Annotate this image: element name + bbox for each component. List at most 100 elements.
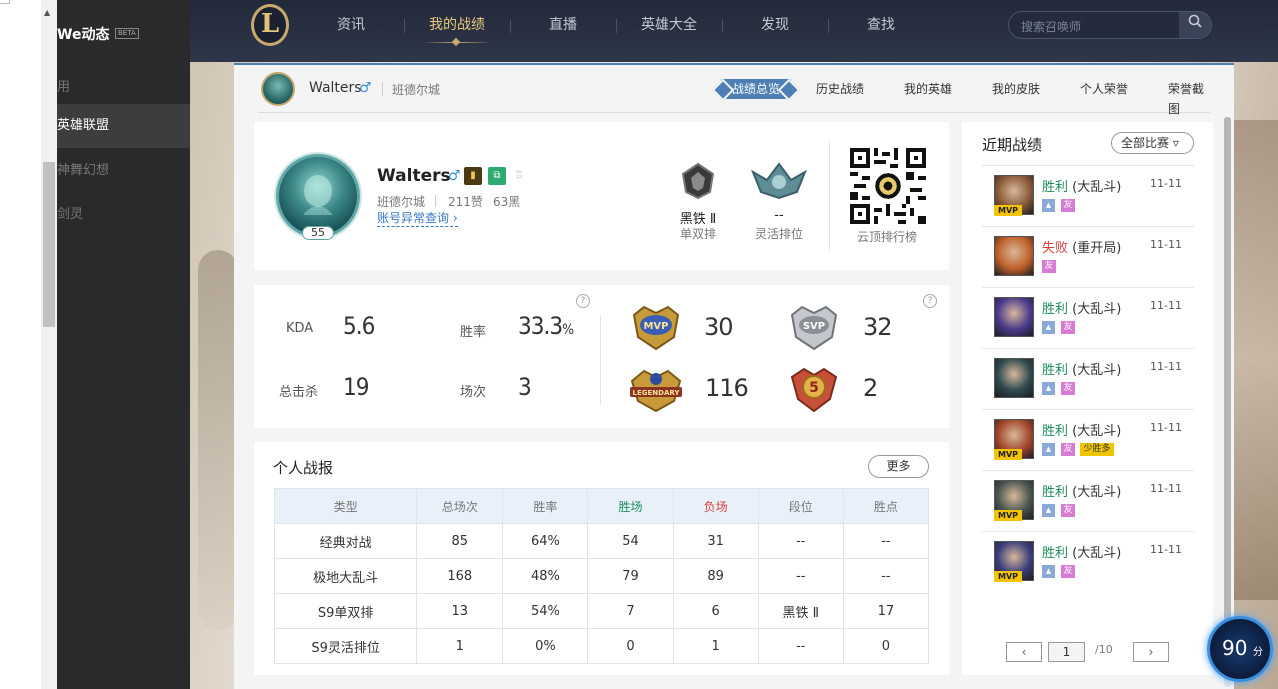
winrate-unit: % — [562, 322, 574, 338]
nav-item-my-record[interactable]: 我的战绩 — [404, 14, 510, 43]
avatar[interactable] — [261, 72, 295, 106]
profile-region: 班德尔城 — [377, 195, 426, 209]
nav-item-heroes[interactable]: 英雄大全 — [616, 14, 722, 36]
match-date: 11-11 — [1150, 360, 1182, 373]
table-cell: 89 — [672, 558, 759, 594]
lol-logo-icon[interactable]: L — [251, 4, 289, 46]
match-filter-dropdown[interactable]: 全部比赛 ▿ — [1111, 132, 1194, 154]
list-item[interactable]: 胜利 (大乱斗) 11-11 ▲ 友 — [982, 287, 1194, 348]
match-date: 11-11 — [1150, 299, 1182, 312]
sidebar-item-lol[interactable]: 英雄联盟 — [57, 104, 190, 148]
level-badge: 55 — [302, 226, 334, 240]
col-rank: 段位 — [757, 488, 844, 524]
scrollbar-thumb[interactable] — [43, 162, 55, 327]
kills-label: 总击杀 — [279, 385, 319, 400]
friend-badge: 友 — [1061, 382, 1075, 395]
games-value: 3 — [518, 373, 532, 401]
nav-item-find[interactable]: 查找 — [828, 14, 934, 36]
table-cell: 极地大乱斗 — [273, 558, 418, 594]
profile-bar: Walters ♂ 班德尔城 战绩总览 历史战绩 我的英雄 我的皮肤 个人荣誉 … — [258, 65, 1210, 116]
table-cell: S9灵活排位 — [273, 628, 418, 664]
qr-code-icon[interactable] — [850, 148, 926, 224]
sidebar-item-jianling[interactable]: 剑灵 — [57, 193, 190, 237]
male-icon: ♂ — [359, 80, 372, 96]
table-cell: -- — [757, 558, 844, 594]
sidebar-item-shenwu[interactable]: 神舞幻想 — [57, 149, 190, 193]
help-icon[interactable]: ? — [923, 294, 937, 308]
profile-card: 55 Walters ♂ ▮ ⧉ ♖ 班德尔城 211赞 63黑 账号异常查询 … — [254, 122, 949, 270]
match-result: 胜利 (大乱斗) — [1042, 359, 1121, 378]
champion-portrait[interactable] — [994, 358, 1034, 398]
friend-badge: 友 — [1061, 321, 1075, 334]
panel-scrollbar-thumb[interactable] — [1224, 117, 1231, 677]
table-cell: 48% — [502, 558, 589, 594]
male-icon: ♂ — [448, 168, 461, 184]
flex-rank-tier: -- — [774, 208, 784, 223]
svp-medal-icon: SVP — [788, 301, 840, 351]
nav-item-discover[interactable]: 发现 — [722, 14, 828, 36]
pager-prev-button[interactable]: ‹ — [1006, 642, 1042, 662]
likes-count: 211赞 — [448, 195, 483, 209]
match-result: 胜利 (大乱斗) — [1042, 420, 1121, 439]
score-widget[interactable]: 90 分 — [1207, 616, 1273, 682]
screenshot-icon: ▲ — [1042, 321, 1055, 334]
list-item[interactable]: MVP 胜利 (大乱斗) 11-11 ▲ 友 — [982, 165, 1194, 226]
champion-portrait[interactable] — [994, 297, 1034, 337]
svg-text:LEGENDARY: LEGENDARY — [633, 389, 681, 397]
tab-overview[interactable]: 战绩总览 — [721, 79, 792, 99]
result-text: 失败 — [1042, 241, 1069, 256]
pager-next-button[interactable]: › — [1133, 642, 1169, 662]
summoner-search[interactable]: 搜索召唤师 — [1008, 11, 1212, 39]
screenshot-icon: ▲ — [1042, 382, 1055, 395]
match-date: 11-11 — [1150, 543, 1182, 556]
honor-badge-icon[interactable]: ▮ — [464, 167, 482, 185]
art-swirl — [1233, 120, 1278, 600]
left-edge-strip: ▲ — [0, 0, 57, 689]
match-date: 11-11 — [1150, 421, 1182, 434]
more-button[interactable]: 更多 — [868, 455, 929, 478]
result-text: 胜利 — [1042, 180, 1069, 195]
svg-text:5: 5 — [809, 380, 819, 396]
scrollbar-track[interactable] — [41, 0, 57, 689]
tab-honors[interactable]: 个人荣誉 — [1080, 79, 1128, 99]
help-icon[interactable]: ? — [576, 294, 590, 308]
legendary-medal-icon: LEGENDARY — [626, 361, 686, 413]
panel-scrollbar[interactable] — [1224, 117, 1231, 687]
page-input[interactable]: 1 — [1048, 642, 1085, 662]
tab-history[interactable]: 历史战绩 — [816, 79, 864, 99]
table-cell: 64% — [502, 523, 589, 559]
copy-icon[interactable]: ⧉ — [488, 167, 506, 185]
col-losses: 负场 — [672, 488, 759, 524]
main-panel: Walters ♂ 班德尔城 战绩总览 历史战绩 我的英雄 我的皮肤 个人荣誉 … — [234, 63, 1234, 689]
scroll-up-icon[interactable]: ▲ — [44, 8, 50, 17]
table-cell: 1 — [672, 628, 759, 664]
summoner-name-large: Walters — [377, 166, 451, 186]
match-result: 胜利 (大乱斗) — [1042, 176, 1121, 195]
table-cell: 7 — [587, 593, 674, 629]
tab-my-heroes[interactable]: 我的英雄 — [904, 79, 952, 99]
tab-honor-screens[interactable]: 荣誉截图 — [1168, 79, 1210, 119]
account-abnormal-link[interactable]: 账号异常查询 › — [377, 211, 458, 227]
tab-my-skins[interactable]: 我的皮肤 — [992, 79, 1040, 99]
list-item[interactable]: 失败 (重开局) 11-11 友 — [982, 226, 1194, 287]
nav-item-news[interactable]: 资讯 — [298, 14, 404, 36]
search-icon[interactable] — [1179, 12, 1211, 38]
list-item[interactable]: MVP 胜利 (大乱斗) 11-11 ▲ 友 — [982, 531, 1194, 592]
table-cell: 0 — [587, 628, 674, 664]
underdog-badge: 少胜多 — [1080, 443, 1114, 456]
table-header-row: 类型 总场次 胜率 胜场 负场 段位 胜点 — [273, 488, 930, 524]
match-result: 胜利 (大乱斗) — [1042, 298, 1121, 317]
stats-card: KDA 5.6 胜率 33.3% 总击杀 19 场次 3 ? MVP 30 SV… — [254, 285, 949, 428]
nav-item-live[interactable]: 直播 — [510, 14, 616, 36]
list-item[interactable]: 胜利 (大乱斗) 11-11 ▲ 友 — [982, 348, 1194, 409]
list-item[interactable]: MVP 胜利 (大乱斗) 11-11 ▲ 友 — [982, 470, 1194, 531]
mode-text: (重开局) — [1072, 241, 1122, 256]
champion-portrait[interactable] — [994, 236, 1034, 276]
kda-value: 5.6 — [343, 312, 375, 340]
match-result: 胜利 (大乱斗) — [1042, 542, 1121, 561]
search-placeholder[interactable]: 搜索召唤师 — [1021, 18, 1081, 35]
list-item[interactable]: MVP 胜利 (大乱斗) 11-11 ▲ 友少胜多 — [982, 409, 1194, 470]
trophy-icon[interactable]: ♖ — [510, 167, 528, 185]
server-region: 班德尔城 — [392, 83, 441, 97]
mvp-medal-icon: MVP — [630, 301, 682, 351]
